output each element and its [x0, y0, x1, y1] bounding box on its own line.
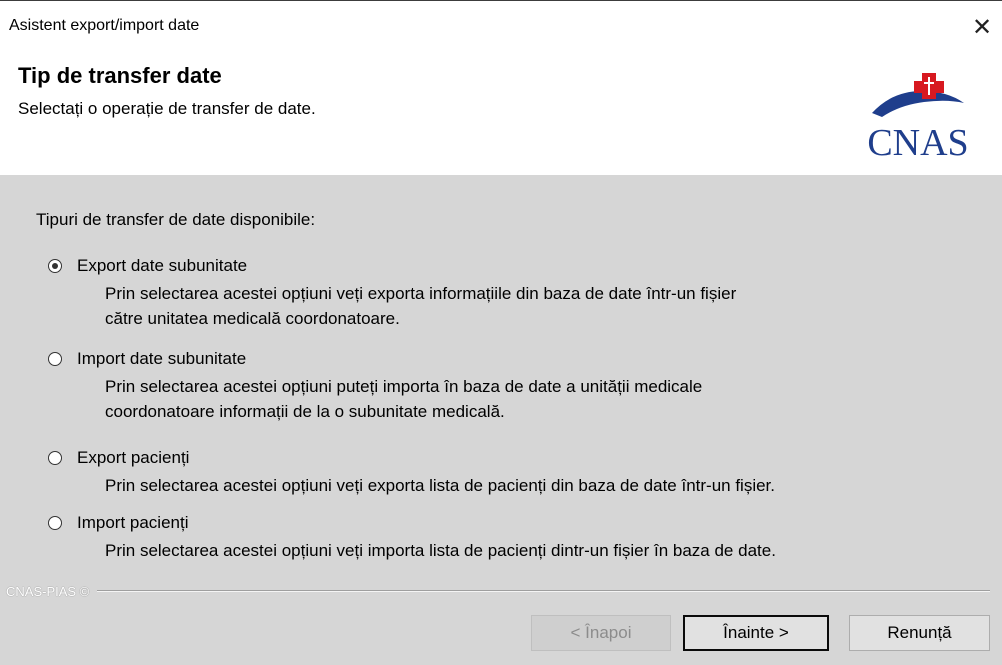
description-line: Prin selectarea acestei opțiuni veți exp…: [105, 284, 737, 303]
radio-export-subunit[interactable]: Export date subunitate: [48, 254, 1002, 278]
brand-label: CNAS-PIAS ©: [6, 583, 90, 599]
option-description: Prin selectarea acestei opțiuni veți imp…: [105, 538, 1002, 563]
radio-selected-icon[interactable]: [48, 259, 62, 273]
option-label[interactable]: Import date subunitate: [77, 349, 246, 369]
page-subtitle: Selectați o operație de transfer de date…: [18, 99, 316, 118]
option-export-patients: Export pacienți Prin selectarea acestei …: [48, 446, 1002, 498]
logo-text: CNAS: [867, 122, 968, 161]
description-line: Prin selectarea acestei opțiuni veți imp…: [105, 541, 776, 560]
group-label: Tipuri de transfer de date disponibile:: [36, 210, 316, 229]
wizard-header: Tip de transfer date Selectați o operați…: [0, 53, 1002, 175]
title-bar: Asistent export/import date ✕: [0, 1, 1002, 53]
description-line: către unitatea medicală coordonatoare.: [105, 309, 400, 328]
wizard-window: Asistent export/import date ✕ Tip de tra…: [0, 0, 1002, 665]
option-export-subunit: Export date subunitate Prin selectarea a…: [48, 254, 1002, 331]
footer-separator: CNAS-PIAS ©: [0, 583, 990, 599]
radio-unselected-icon[interactable]: [48, 352, 62, 366]
radio-unselected-icon[interactable]: [48, 516, 62, 530]
radio-export-patients[interactable]: Export pacienți: [48, 446, 1002, 470]
page-title: Tip de transfer date: [18, 63, 222, 88]
option-description: Prin selectarea acestei opțiuni puteți i…: [105, 374, 1002, 424]
option-description: Prin selectarea acestei opțiuni veți exp…: [105, 281, 1002, 331]
description-line: Prin selectarea acestei opțiuni puteți i…: [105, 377, 703, 396]
radio-import-subunit[interactable]: Import date subunitate: [48, 347, 1002, 371]
radio-import-patients[interactable]: Import pacienți: [48, 511, 1002, 535]
option-label[interactable]: Export pacienți: [77, 448, 189, 468]
description-line: Prin selectarea acestei opțiuni veți exp…: [105, 476, 775, 495]
close-icon: ✕: [971, 13, 993, 41]
separator-rule: [97, 590, 990, 592]
cancel-button[interactable]: Renunță: [849, 615, 990, 651]
close-button[interactable]: ✕: [962, 5, 1002, 49]
window-title: Asistent export/import date: [9, 17, 200, 34]
option-label[interactable]: Export date subunitate: [77, 256, 247, 276]
option-description: Prin selectarea acestei opțiuni veți exp…: [105, 473, 1002, 498]
option-import-patients: Import pacienți Prin selectarea acestei …: [48, 511, 1002, 563]
wizard-content: Tipuri de transfer de date disponibile: …: [0, 175, 1002, 665]
option-label[interactable]: Import pacienți: [77, 513, 189, 533]
radio-unselected-icon[interactable]: [48, 451, 62, 465]
option-import-subunit: Import date subunitate Prin selectarea a…: [48, 347, 1002, 424]
next-button[interactable]: Înainte >: [683, 615, 829, 651]
description-line: coordonatoare informații de la o subunit…: [105, 402, 505, 421]
cnas-logo: CNAS: [867, 73, 969, 161]
back-button[interactable]: < Înapoi: [531, 615, 671, 651]
